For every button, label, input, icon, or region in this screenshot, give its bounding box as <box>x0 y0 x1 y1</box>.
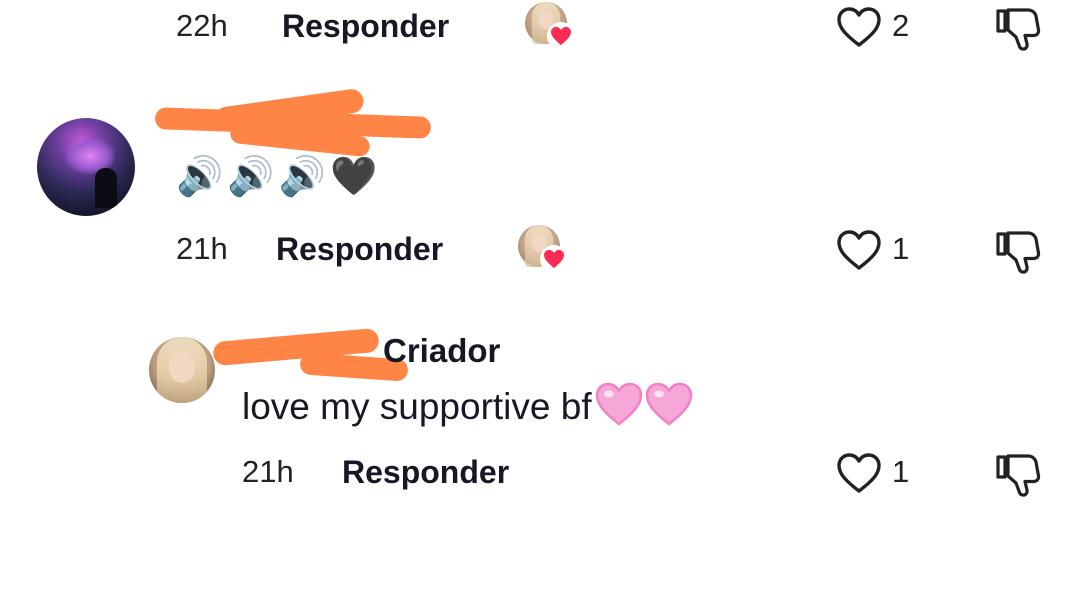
reply-button[interactable]: Responder <box>282 8 449 45</box>
comment-text: 🔊 🔊 🔊 🖤 <box>176 158 377 196</box>
creator-liked-badge <box>518 225 568 273</box>
reply-button[interactable]: Responder <box>342 454 509 491</box>
speaker-icon: 🔊 <box>176 156 224 198</box>
reply-text: love my supportive bf <box>242 385 592 427</box>
black-heart-icon: 🖤 <box>329 156 378 198</box>
like-icon[interactable] <box>836 452 882 499</box>
avatar[interactable] <box>37 118 135 216</box>
comment-timestamp: 21h <box>242 454 294 489</box>
pink-heart-icon <box>594 381 644 432</box>
creator-badge: Criador <box>383 332 501 369</box>
pink-heart-icon <box>644 381 694 432</box>
heart-icon <box>540 245 568 273</box>
like-icon[interactable] <box>836 6 882 53</box>
avatar[interactable] <box>149 337 215 403</box>
dislike-icon[interactable] <box>994 229 1042 280</box>
reply-button[interactable]: Responder <box>276 231 443 268</box>
avatar-face <box>169 351 195 383</box>
creator-liked-badge <box>525 2 575 50</box>
speaker-icon: 🔊 <box>227 156 275 198</box>
dislike-icon[interactable] <box>994 6 1042 57</box>
heart-icon <box>547 22 575 50</box>
like-icon[interactable] <box>836 229 882 276</box>
like-count: 1 <box>892 454 910 489</box>
like-count: 2 <box>892 8 910 43</box>
reply-text-row: love my supportive bf <box>242 381 694 432</box>
comment-timestamp: 21h <box>176 231 228 266</box>
avatar-figure <box>95 168 117 208</box>
speaker-icon: 🔊 <box>278 156 326 198</box>
comment-timestamp: 22h <box>176 8 228 43</box>
dislike-icon[interactable] <box>994 452 1042 503</box>
like-count: 1 <box>892 231 910 266</box>
